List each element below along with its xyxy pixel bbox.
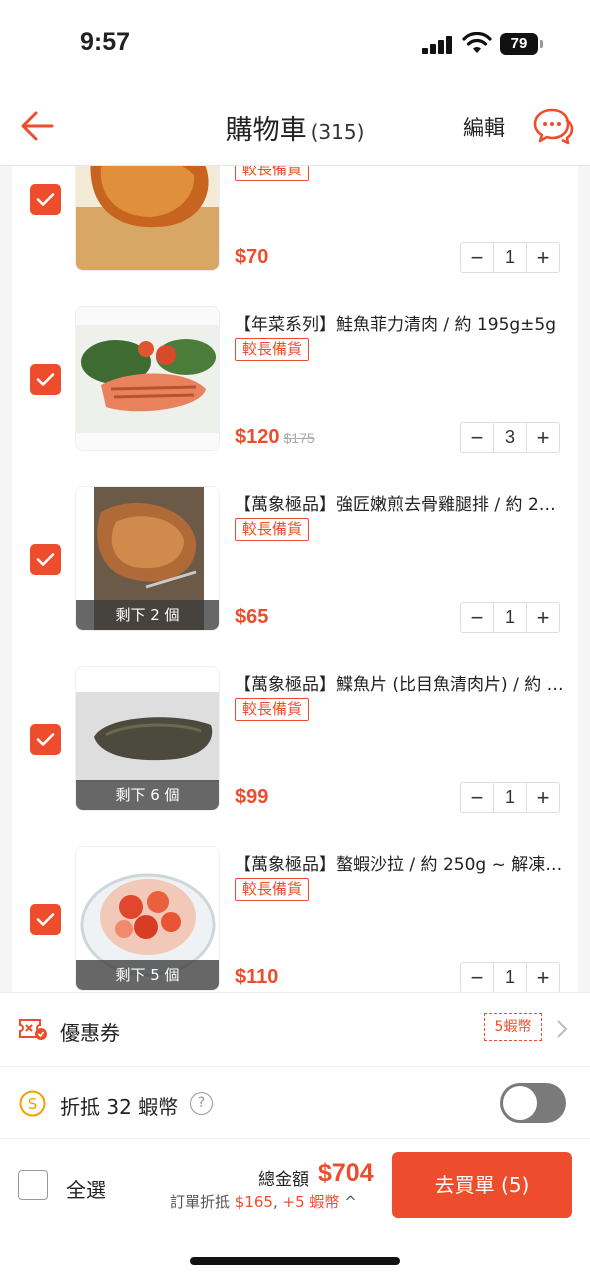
checkmark-icon — [36, 193, 55, 206]
chat-icon[interactable] — [532, 106, 574, 146]
item-original-price: $175 — [283, 430, 315, 446]
quantity-stepper: − 1 + — [460, 962, 560, 992]
cart-item-list[interactable]: 較長備貨 $70 − 1 + 【年菜系列】鮭魚菲力清肉 / 約 195g±5g … — [0, 166, 590, 992]
long-prep-tag: 較長備貨 — [235, 878, 310, 901]
quantity-value[interactable]: 1 — [493, 243, 527, 272]
increase-button[interactable]: + — [527, 783, 559, 812]
item-checkbox-checked[interactable] — [30, 364, 61, 395]
checkmark-icon — [36, 373, 55, 386]
decrease-button[interactable]: − — [461, 963, 493, 992]
coupon-icon — [19, 1019, 47, 1040]
increase-button[interactable]: + — [527, 603, 559, 632]
edit-button[interactable]: 編輯 — [463, 112, 505, 142]
item-price: $99 — [235, 786, 269, 808]
checkmark-icon — [36, 553, 55, 566]
product-image-crayfish-salad[interactable]: 剩下 5 個 — [75, 846, 220, 991]
coupon-row[interactable]: 優惠券 5蝦幣 — [0, 992, 590, 1066]
long-prep-tag: 較長備貨 — [235, 518, 310, 541]
item-name[interactable]: 【萬象極品】強匠嫩煎去骨雞腿排 / 約 210g — [234, 490, 564, 515]
item-name[interactable]: 【年菜系列】鮭魚菲力清肉 / 約 195g±5g — [234, 310, 564, 335]
item-checkbox-checked[interactable] — [30, 724, 61, 755]
cart-item: 【年菜系列】鮭魚菲力清肉 / 約 195g±5g 較長備貨 $120 $175 −… — [12, 306, 578, 488]
quantity-value[interactable]: 3 — [493, 423, 527, 452]
cart-count: (315) — [310, 120, 365, 144]
product-image-salmon[interactable] — [75, 306, 220, 451]
long-prep-tag: 較長備貨 — [235, 338, 310, 361]
select-all-checkbox[interactable] — [18, 1170, 48, 1200]
quantity-stepper: − 1 + — [460, 242, 560, 273]
status-time: 9:57 — [80, 28, 131, 56]
item-price: $120 $175 — [235, 426, 315, 449]
decrease-button[interactable]: − — [461, 783, 493, 812]
status-bar: 9:57 79 — [0, 0, 590, 88]
chevron-up-icon: ^ — [344, 1193, 357, 1211]
item-name[interactable]: 【萬象極品】鰈魚片 (比目魚清肉片) / 約 300g — [234, 670, 564, 695]
item-checkbox-checked[interactable] — [30, 544, 61, 575]
item-name[interactable]: 【萬象極品】螯蝦沙拉 / 約 250g ~ 解凍即食 — [234, 850, 564, 875]
discount-prefix: 訂單折抵 — [170, 1193, 231, 1211]
svg-text:S: S — [28, 1095, 38, 1113]
quantity-stepper: − 1 + — [460, 782, 560, 813]
discount-value: $165 — [234, 1193, 273, 1211]
long-prep-tag: 較長備貨 — [235, 698, 310, 721]
long-prep-tag: 較長備貨 — [235, 166, 310, 181]
quantity-value[interactable]: 1 — [493, 963, 527, 992]
quantity-value[interactable]: 1 — [493, 603, 527, 632]
top-bar: 購物車 (315) 編輯 — [0, 88, 590, 166]
help-icon[interactable]: ? — [190, 1092, 213, 1115]
order-discount[interactable]: 訂單折抵 $165, +5 蝦幣 ^ — [170, 1191, 357, 1212]
page-title-text: 購物車 — [225, 115, 307, 146]
coupon-label: 優惠券 — [60, 1021, 120, 1045]
coin-icon: S — [19, 1090, 46, 1117]
select-all-label[interactable]: 全選 — [66, 1174, 106, 1203]
increase-button[interactable]: + — [527, 243, 559, 272]
total-amount: $704 — [318, 1159, 374, 1187]
cart-item: 較長備貨 $70 − 1 + — [12, 166, 578, 308]
decrease-button[interactable]: − — [461, 243, 493, 272]
stock-remaining: 剩下 2 個 — [76, 600, 219, 630]
quantity-stepper: − 3 + — [460, 422, 560, 453]
item-checkbox-checked[interactable] — [30, 904, 61, 935]
cart-item: 剩下 2 個 【萬象極品】強匠嫩煎去骨雞腿排 / 約 210g 較長備貨 $65… — [12, 486, 578, 668]
home-indicator — [190, 1257, 400, 1265]
coin-redeem-row: S 折抵 32 蝦幣 ? — [0, 1066, 590, 1138]
total-label: 總金額 — [258, 1170, 309, 1190]
item-price: $70 — [235, 246, 269, 268]
item-price: $110 — [235, 966, 279, 988]
item-checkbox-checked[interactable] — [30, 184, 61, 215]
increase-button[interactable]: + — [527, 423, 559, 452]
coin-redeem-toggle[interactable] — [500, 1083, 566, 1123]
coin-bonus: +5 蝦幣 — [282, 1193, 340, 1211]
checkout-button[interactable]: 去買單 (5) — [392, 1152, 572, 1218]
product-image-roast-chicken[interactable] — [75, 166, 220, 271]
checkmark-icon — [36, 733, 55, 746]
quantity-stepper: − 1 + — [460, 602, 560, 633]
decrease-button[interactable]: − — [461, 603, 493, 632]
cart-item: 剩下 5 個 【萬象極品】螯蝦沙拉 / 約 250g ~ 解凍即食 較長備貨 $… — [12, 846, 578, 992]
battery-indicator: 79 — [500, 33, 543, 55]
coupon-badge: 5蝦幣 — [484, 1013, 542, 1041]
item-price-value: $120 — [235, 426, 280, 448]
checkmark-icon — [36, 913, 55, 926]
chevron-right-icon — [557, 1020, 568, 1038]
stock-remaining: 剩下 5 個 — [76, 960, 219, 990]
decrease-button[interactable]: − — [461, 423, 493, 452]
cart-item: 剩下 6 個 【萬象極品】鰈魚片 (比目魚清肉片) / 約 300g 較長備貨 … — [12, 666, 578, 848]
signal-icon — [422, 36, 454, 54]
product-image-chicken-steak[interactable]: 剩下 2 個 — [75, 486, 220, 631]
increase-button[interactable]: + — [527, 963, 559, 992]
coin-redeem-label: 折抵 32 蝦幣 — [60, 1095, 179, 1119]
stock-remaining: 剩下 6 個 — [76, 780, 219, 810]
wifi-icon — [462, 32, 492, 53]
quantity-value[interactable]: 1 — [493, 783, 527, 812]
product-image-halibut[interactable]: 剩下 6 個 — [75, 666, 220, 811]
item-price: $65 — [235, 606, 269, 628]
